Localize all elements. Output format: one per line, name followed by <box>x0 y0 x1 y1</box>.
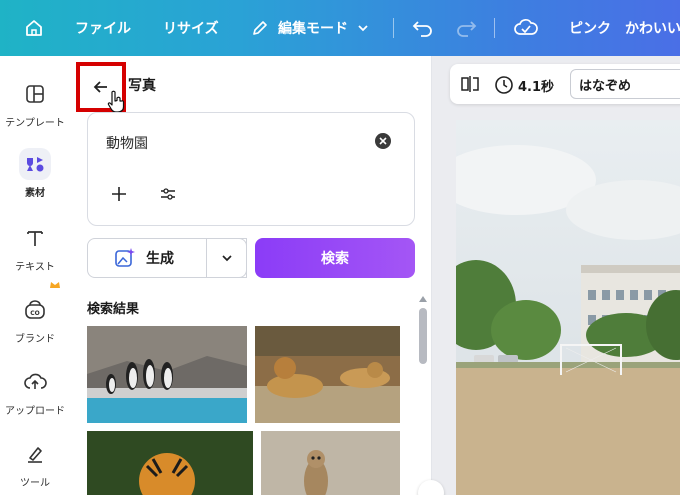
sidebar-item-label: ツール <box>20 478 50 489</box>
resize-menu[interactable]: リサイズ <box>163 0 219 56</box>
undo-icon <box>412 21 432 37</box>
clear-search-button[interactable] <box>375 133 391 149</box>
template-icon <box>19 78 51 110</box>
school-field-photo <box>456 120 680 495</box>
sidebar-item-label: ブランド <box>15 334 55 345</box>
svg-text:CO: CO <box>30 310 40 317</box>
sidebar-item-label: アップロード <box>5 406 65 417</box>
search-button[interactable]: 検索 <box>255 238 415 278</box>
elements-icon <box>19 148 51 180</box>
sidebar-item-brand[interactable]: CO ブランド <box>0 282 70 345</box>
search-button-label: 検索 <box>321 251 349 267</box>
generate-options-dropdown[interactable] <box>206 238 247 278</box>
tools-icon <box>19 438 51 470</box>
magic-image-icon <box>115 248 135 267</box>
redo-icon <box>457 21 477 37</box>
sidebar-item-elements[interactable]: 素材 <box>0 148 70 199</box>
duration-button[interactable]: 4.1秒 <box>494 75 554 95</box>
home-icon <box>26 20 42 36</box>
panel-scrollbar[interactable] <box>419 308 427 364</box>
text-icon <box>19 222 51 254</box>
result-thumbnail[interactable] <box>87 431 253 495</box>
meerkat-photo <box>261 431 400 495</box>
brand-icon: CO <box>19 294 51 326</box>
panel-title: 写真 <box>128 78 156 94</box>
sidebar-item-uploads[interactable]: アップロード <box>0 366 70 417</box>
penguins-photo <box>87 326 247 423</box>
result-thumbnail[interactable] <box>261 431 400 495</box>
close-icon <box>379 137 387 145</box>
filter-sliders-icon[interactable] <box>160 187 176 201</box>
sidebar-item-label: 素材 <box>25 188 45 199</box>
file-menu-label: ファイル <box>75 21 131 37</box>
lions-photo <box>255 326 400 423</box>
search-box[interactable]: 動物園 <box>87 112 415 226</box>
save-status[interactable] <box>514 0 538 56</box>
sidebar-item-label: テキスト <box>15 262 55 273</box>
canvas-photo[interactable] <box>456 120 680 495</box>
pencil-icon <box>253 21 267 35</box>
design-title-text: ピンク かわいい <box>569 21 680 37</box>
undo-button[interactable] <box>412 0 434 56</box>
sidebar-item-text[interactable]: テキスト <box>0 222 70 273</box>
search-input[interactable]: 動物園 <box>106 133 148 153</box>
cloud-check-icon <box>514 19 538 35</box>
result-thumbnail[interactable] <box>255 326 400 423</box>
upload-icon <box>19 366 51 398</box>
generate-button-label: 生成 <box>146 251 174 267</box>
top-bar: ファイル リサイズ 編集モード ピンク かわいい <box>0 0 680 56</box>
result-thumbnail[interactable] <box>87 326 247 423</box>
chevron-down-icon <box>221 255 232 262</box>
chevron-down-icon <box>358 25 368 32</box>
left-sidebar: テンプレート 素材 テキスト CO ブランド アップロード ツール <box>0 56 70 495</box>
clock-icon <box>495 76 513 94</box>
plus-icon[interactable] <box>110 185 128 203</box>
tiger-photo <box>87 431 253 495</box>
redo-button[interactable] <box>455 0 477 56</box>
sidebar-item-tools[interactable]: ツール <box>0 438 70 489</box>
results-heading: 検索結果 <box>87 302 140 317</box>
font-name: はなぞめ <box>579 78 632 94</box>
element-toolbar: 4.1秒 はなぞめ <box>450 64 680 104</box>
toolbar-divider <box>494 18 495 38</box>
hand-cursor-icon <box>107 90 125 113</box>
sidebar-item-templates[interactable]: テンプレート <box>0 78 70 129</box>
sidebar-item-label: テンプレート <box>5 118 65 129</box>
resize-menu-label: リサイズ <box>163 21 219 37</box>
toolbar-divider <box>393 18 394 38</box>
duration-value: 4.1秒 <box>518 79 555 95</box>
crown-icon <box>50 282 60 288</box>
scroll-up-arrow[interactable] <box>419 296 427 302</box>
font-selector[interactable]: はなぞめ <box>570 69 680 99</box>
edit-mode-dropdown[interactable]: 編集モード <box>250 0 370 56</box>
design-title[interactable]: ピンク かわいい <box>569 0 680 56</box>
flip-icon[interactable] <box>460 74 480 94</box>
edit-mode-label: 編集モード <box>278 21 348 37</box>
home-button[interactable] <box>24 0 44 56</box>
file-menu[interactable]: ファイル <box>75 0 131 56</box>
